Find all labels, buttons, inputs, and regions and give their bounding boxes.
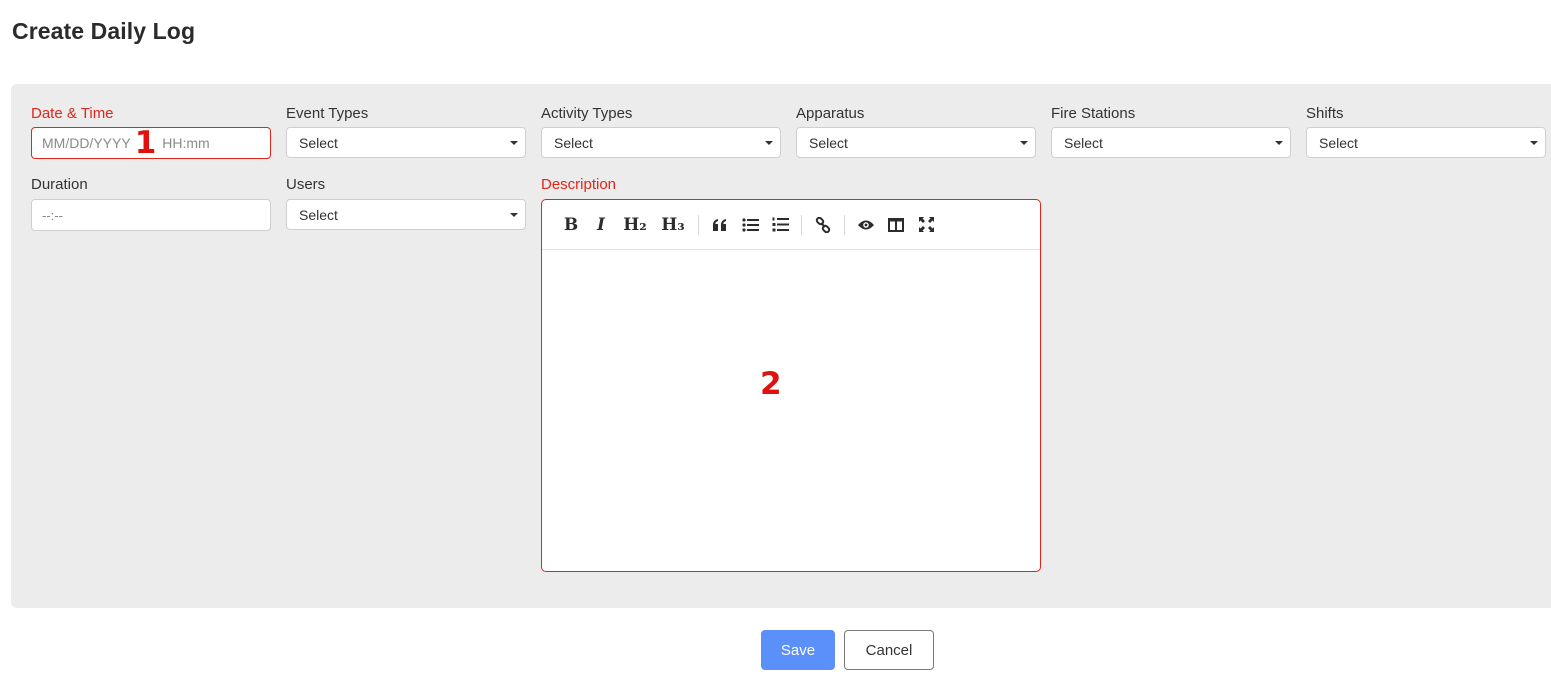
activity-types-label: Activity Types (541, 105, 633, 122)
shifts-value: Select (1319, 134, 1358, 151)
editor-toolbar: B I H₂ H₃ (542, 200, 1040, 250)
caret-down-icon (1020, 141, 1028, 145)
fire-stations-select[interactable]: Select (1051, 127, 1291, 158)
toolbar-separator (801, 214, 802, 235)
users-value: Select (299, 206, 338, 223)
duration-input[interactable]: --:-- (31, 199, 271, 231)
event-types-value: Select (299, 134, 338, 151)
italic-icon[interactable]: I (586, 210, 616, 240)
quote-icon[interactable] (705, 210, 735, 240)
marker-1: 1 (134, 125, 157, 161)
date-time-label: Date & Time (31, 105, 114, 122)
description-label: Description (541, 176, 617, 193)
marker-2: 2 (760, 366, 782, 402)
toolbar-separator (698, 214, 699, 235)
page-title: Create Daily Log (12, 18, 196, 44)
event-types-select[interactable]: Select (286, 127, 526, 158)
users-label: Users (286, 176, 326, 193)
caret-down-icon (1530, 141, 1538, 145)
apparatus-value: Select (809, 134, 848, 151)
toolbar-separator (844, 214, 845, 235)
activity-types-value: Select (554, 134, 593, 151)
cancel-button[interactable]: Cancel (844, 630, 934, 670)
heading2-icon[interactable]: H₂ (616, 210, 654, 240)
apparatus-select[interactable]: Select (796, 127, 1036, 158)
date-time-input[interactable]: MM/DD/YYYY 1 HH:mm (31, 127, 271, 159)
time-input[interactable]: HH:mm (162, 135, 209, 151)
duration-label: Duration (31, 176, 88, 193)
side-by-side-icon[interactable] (881, 210, 911, 240)
link-icon[interactable] (808, 210, 838, 240)
caret-down-icon (1275, 141, 1283, 145)
users-select[interactable]: Select (286, 199, 526, 230)
caret-down-icon (510, 213, 518, 217)
date-input[interactable]: MM/DD/YYYY (42, 135, 131, 151)
fire-stations-value: Select (1064, 134, 1103, 151)
apparatus-label: Apparatus (796, 105, 865, 122)
ordered-list-icon[interactable] (765, 210, 795, 240)
save-button[interactable]: Save (761, 630, 835, 670)
shifts-select[interactable]: Select (1306, 127, 1546, 158)
description-textarea[interactable]: 2 (542, 250, 1040, 571)
heading3-icon[interactable]: H₃ (654, 210, 692, 240)
bold-icon[interactable]: B (556, 210, 586, 240)
fullscreen-icon[interactable] (911, 210, 941, 240)
event-types-label: Event Types (286, 105, 369, 122)
activity-types-select[interactable]: Select (541, 127, 781, 158)
description-editor: B I H₂ H₃ 2 (541, 199, 1041, 572)
unordered-list-icon[interactable] (735, 210, 765, 240)
duration-placeholder: --:-- (42, 207, 63, 223)
caret-down-icon (765, 141, 773, 145)
fire-stations-label: Fire Stations (1051, 105, 1136, 122)
caret-down-icon (510, 141, 518, 145)
preview-icon[interactable] (851, 210, 881, 240)
shifts-label: Shifts (1306, 105, 1344, 122)
